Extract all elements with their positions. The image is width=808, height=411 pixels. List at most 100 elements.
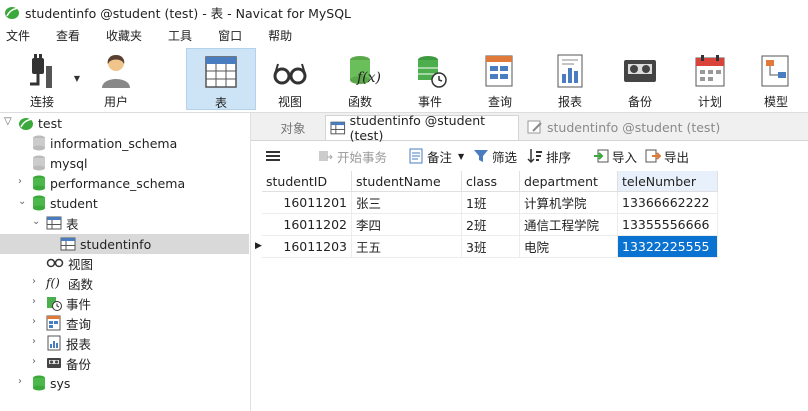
table-cell[interactable]: 3班 — [462, 236, 520, 258]
menu-window[interactable]: 窗口 — [218, 27, 242, 44]
chevron-down-icon[interactable]: ⌄ — [32, 216, 40, 227]
tree-label: mysql — [50, 155, 88, 171]
table-cell[interactable]: 王五 — [352, 236, 462, 258]
chevron-down-icon[interactable]: ▽ — [4, 116, 12, 127]
user-button[interactable]: 用户 — [82, 48, 150, 110]
function-label: 函数 — [347, 95, 372, 109]
tree-db-student[interactable]: student — [32, 193, 98, 213]
tree-label: sys — [50, 375, 71, 391]
column-header-telenumber[interactable]: teleNumber — [618, 171, 718, 192]
table-cell[interactable]: 16011202 — [262, 214, 352, 236]
menu-view[interactable]: 查看 — [56, 27, 80, 44]
tab-studentinfo-design[interactable]: studentinfo @student (test) — [523, 115, 727, 139]
sort-icon — [527, 149, 542, 164]
chevron-right-icon[interactable]: › — [18, 176, 22, 187]
backup-icon — [624, 60, 656, 82]
tree-group-backups[interactable]: 备份 — [46, 353, 91, 373]
table-icon — [60, 237, 76, 251]
chevron-down-icon[interactable]: ▼ — [458, 152, 464, 161]
menu-icon[interactable] — [265, 141, 281, 171]
table-cell[interactable]: 16011201 — [262, 192, 352, 214]
model-button[interactable]: 模型 — [746, 48, 806, 110]
event-icon — [418, 56, 447, 88]
table-icon — [330, 121, 346, 135]
table-cell[interactable]: 张三 — [352, 192, 462, 214]
note-button[interactable]: 备注 ▼ — [409, 141, 464, 171]
sort-label: 排序 — [546, 149, 572, 165]
import-button[interactable]: 导入 — [593, 141, 637, 171]
model-icon — [761, 55, 789, 87]
tree-group-events[interactable]: 事件 — [46, 293, 91, 313]
database-icon — [33, 175, 45, 191]
tab-studentinfo-data[interactable]: studentinfo @student (test) — [325, 113, 519, 143]
table-cell[interactable]: 1班 — [462, 192, 520, 214]
plug-icon — [30, 54, 52, 88]
view-label: 视图 — [277, 95, 302, 109]
tree-group-reports[interactable]: 报表 — [46, 333, 91, 353]
table-cell[interactable]: 通信工程学院 — [520, 214, 618, 236]
backup-button[interactable]: 备份 — [606, 48, 674, 110]
table-cell[interactable]: 13355556666 — [618, 214, 718, 236]
table-icon — [205, 56, 237, 88]
tree-group-queries[interactable]: 查询 — [46, 313, 91, 333]
connect-button[interactable]: ▼ 连接 — [8, 48, 80, 110]
report-button[interactable]: 报表 — [536, 48, 604, 110]
chevron-right-icon[interactable]: › — [18, 376, 22, 387]
table-cell[interactable]: 计算机学院 — [520, 192, 618, 214]
sort-button[interactable]: 排序 — [527, 141, 571, 171]
table-cell[interactable]: 13366662222 — [618, 192, 718, 214]
begin-transaction-button[interactable]: 开始事务 — [317, 141, 387, 171]
filter-button[interactable]: 筛选 — [473, 141, 517, 171]
chevron-right-icon[interactable]: › — [32, 356, 36, 367]
view-button[interactable]: 视图 — [256, 48, 324, 110]
tree-label: 查询 — [66, 316, 92, 332]
selected-table-cell[interactable]: 13322225555 — [618, 236, 718, 258]
table-cell[interactable]: 16011203 — [262, 236, 352, 258]
chevron-right-icon[interactable]: › — [32, 296, 36, 307]
tree-db-sys[interactable]: sys — [32, 373, 70, 393]
export-button[interactable]: 导出 — [645, 141, 689, 171]
menu-file[interactable]: 文件 — [6, 27, 30, 44]
tree-db-information-schema[interactable]: information_schema — [32, 133, 177, 153]
schedule-label: 计划 — [697, 95, 722, 109]
schedule-button[interactable]: 计划 — [676, 48, 744, 110]
calendar-icon — [695, 55, 725, 87]
query-button[interactable]: 查询 — [466, 48, 534, 110]
database-icon — [33, 195, 45, 211]
tree-group-views[interactable]: 视图 — [46, 253, 93, 273]
tab-objects[interactable]: 对象 — [261, 115, 325, 139]
column-header-studentname[interactable]: studentName — [352, 171, 462, 192]
note-icon — [409, 148, 423, 164]
table-button[interactable]: 表 — [186, 48, 256, 110]
chevron-right-icon[interactable]: › — [32, 316, 36, 327]
tree-table-studentinfo[interactable]: studentinfo — [60, 234, 151, 254]
event-button[interactable]: 事件 — [396, 48, 464, 110]
menu-tools[interactable]: 工具 — [168, 27, 192, 44]
glasses-icon — [46, 258, 64, 268]
tab-label: studentinfo @student (test) — [547, 119, 721, 135]
column-header-department[interactable]: department — [520, 171, 618, 192]
tree-label: 表 — [66, 216, 79, 232]
tree-db-mysql[interactable]: mysql — [32, 153, 88, 173]
user-label: 用户 — [103, 95, 128, 109]
function-button[interactable]: f(x) 函数 — [326, 48, 394, 110]
chevron-down-icon[interactable]: ▼ — [74, 74, 80, 83]
column-header-studentid[interactable]: studentID — [262, 171, 352, 192]
chevron-right-icon[interactable]: › — [32, 276, 36, 287]
tree-db-performance-schema[interactable]: performance_schema — [32, 173, 185, 193]
tree-connection-test[interactable]: test — [18, 113, 62, 133]
query-icon — [485, 55, 513, 87]
export-icon — [645, 149, 661, 163]
tree-group-functions[interactable]: f() 函数 — [46, 273, 93, 293]
menu-help[interactable]: 帮助 — [268, 27, 292, 44]
table-cell[interactable]: 电院 — [520, 236, 618, 258]
menu-favorites[interactable]: 收藏夹 — [106, 27, 142, 44]
chevron-right-icon[interactable]: › — [32, 336, 36, 347]
tree-label: 报表 — [66, 336, 92, 352]
column-header-class[interactable]: class — [462, 171, 520, 192]
table-cell[interactable]: 李四 — [352, 214, 462, 236]
event-label: 事件 — [417, 95, 442, 109]
tree-group-tables[interactable]: 表 — [46, 213, 79, 233]
table-cell[interactable]: 2班 — [462, 214, 520, 236]
chevron-down-icon[interactable]: ⌄ — [18, 196, 26, 207]
